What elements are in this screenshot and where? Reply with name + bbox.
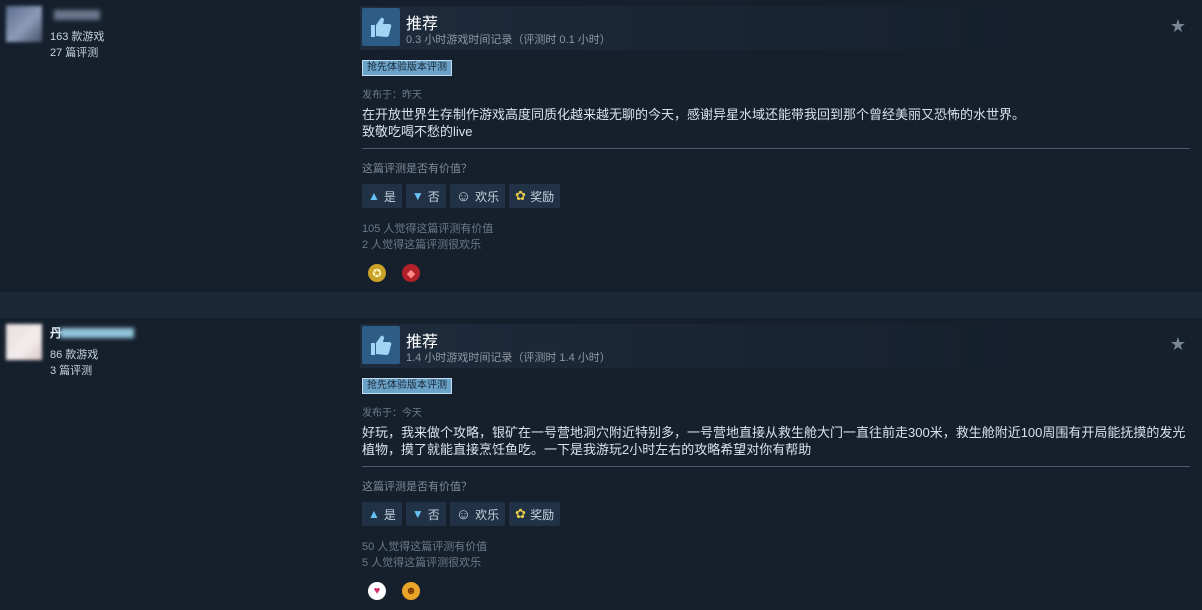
thumbs-up-icon (362, 326, 400, 364)
smiley-icon: ☺ (455, 187, 472, 205)
vote-funny-label: 欢乐 (475, 507, 500, 522)
thumb-small-up-icon: ▲ (368, 507, 380, 521)
playtime: 0.3 小时游戏时间记录（评测时 0.1 小时） (406, 34, 611, 46)
author-name-blurred[interactable] (54, 10, 100, 20)
vote-no-label: 否 (427, 189, 440, 204)
author-name-blurred[interactable] (60, 328, 134, 338)
vote-yes-button[interactable]: ▲ 是 (362, 502, 402, 526)
review-body: 推荐 0.3 小时游戏时间记录（评测时 0.1 小时） ★ 抢先体验版本评测 发… (360, 6, 1192, 286)
award-ribbon-icon: ✿ (515, 188, 527, 203)
early-access-badge: 抢先体验版本评测 (362, 378, 452, 394)
helpful-count: 105 人觉得这篇评测有价值 (362, 223, 494, 235)
star-icon[interactable]: ★ (1170, 16, 1186, 37)
thumb-small-down-icon: ▼ (411, 507, 424, 521)
divider (362, 148, 1190, 149)
author-reviews-count[interactable]: 27 篇评测 (50, 44, 98, 60)
early-access-badge: 抢先体验版本评测 (362, 60, 452, 76)
review-text-line: 致敬吃喝不愁的live (362, 124, 473, 139)
author-games-count: 163 款游戏 (50, 31, 105, 43)
review-body: 推荐 1.4 小时游戏时间记录（评测时 1.4 小时） ★ 抢先体验版本评测 发… (360, 324, 1192, 604)
award-ribbon-icon: ✿ (515, 506, 527, 521)
helpful-question: 这篇评测是否有价值？ (362, 163, 472, 175)
author-games-count: 86 款游戏 (50, 349, 99, 361)
vote-header[interactable]: 推荐 0.3 小时游戏时间记录（评测时 0.1 小时） ★ (360, 6, 1192, 50)
gold-medal-award-icon[interactable]: ✪ (368, 264, 386, 282)
vote-controls: ▲ 是 ▼ 否 ☺ 欢乐 ✿ 奖励 (362, 502, 561, 526)
vote-funny-label: 欢乐 (475, 189, 500, 204)
posted-date: 发布于：昨天 (362, 90, 422, 101)
posted-date: 发布于：今天 (362, 408, 422, 419)
heart-award-icon[interactable]: ♥ (368, 582, 386, 600)
review-text-line: 在开放世界生存制作游戏高度同质化越来越无聊的今天，感谢异星水域还能带我回到那个曾… (362, 107, 1026, 122)
playtime: 1.4 小时游戏时间记录（评测时 1.4 小时） (406, 352, 611, 364)
vote-no-button[interactable]: ▼ 否 (405, 184, 446, 208)
thumbs-up-icon (362, 8, 400, 46)
thumb-small-down-icon: ▼ (411, 189, 424, 203)
award-button[interactable]: ✿ 奖励 (509, 502, 561, 526)
divider (362, 466, 1190, 467)
vote-header[interactable]: 推荐 1.4 小时游戏时间记录（评测时 1.4 小时） ★ (360, 324, 1192, 368)
vote-funny-button[interactable]: ☺ 欢乐 (449, 502, 506, 526)
vote-controls: ▲ 是 ▼ 否 ☺ 欢乐 ✿ 奖励 (362, 184, 561, 208)
vote-yes-button[interactable]: ▲ 是 (362, 184, 402, 208)
review-content: 在开放世界生存制作游戏高度同质化越来越无聊的今天，感谢异星水域还能带我回到那个曾… (362, 106, 1192, 140)
vote-no-label: 否 (427, 507, 440, 522)
review-card: 丹 86 款游戏 3 篇评测 推荐 1.4 小时游戏时间记录（评测时 1.4 小… (0, 318, 1202, 610)
funny-count: 5 人觉得这篇评测很欢乐 (362, 557, 482, 569)
funny-count: 2 人觉得这篇评测很欢乐 (362, 239, 482, 251)
vote-yes-label: 是 (383, 189, 396, 204)
author-reviews-count[interactable]: 3 篇评测 (50, 362, 92, 378)
helpful-question: 这篇评测是否有价值？ (362, 481, 472, 493)
award-label: 奖励 (530, 507, 555, 522)
award-button[interactable]: ✿ 奖励 (509, 184, 561, 208)
review-card: 163 款游戏 27 篇评测 推荐 0.3 小时游戏时间记录（评测时 0.1 小… (0, 0, 1202, 292)
star-icon[interactable]: ★ (1170, 334, 1186, 355)
thumb-small-up-icon: ▲ (368, 189, 380, 203)
avatar[interactable] (6, 6, 42, 42)
review-text-line: 好玩，我来做个攻略，银矿在一号营地洞穴附近特别多，一号营地直接从救生舱大门一直往… (362, 425, 1186, 457)
helpful-count: 50 人觉得这篇评测有价值 (362, 541, 488, 553)
red-gem-award-icon[interactable]: ◆ (402, 264, 420, 282)
award-label: 奖励 (530, 189, 555, 204)
smile-award-icon[interactable]: ☻ (402, 582, 420, 600)
vote-yes-label: 是 (383, 507, 396, 522)
smiley-icon: ☺ (455, 505, 472, 523)
vote-funny-button[interactable]: ☺ 欢乐 (449, 184, 506, 208)
avatar[interactable] (6, 324, 42, 360)
vote-no-button[interactable]: ▼ 否 (405, 502, 446, 526)
review-content: 好玩，我来做个攻略，银矿在一号营地洞穴附近特别多，一号营地直接从救生舱大门一直往… (362, 424, 1192, 458)
